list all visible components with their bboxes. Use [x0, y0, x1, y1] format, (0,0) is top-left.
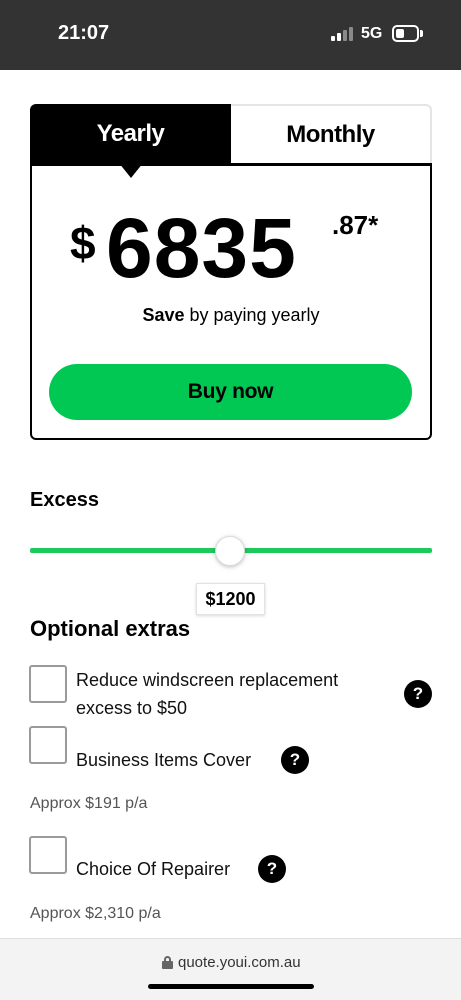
choice-of-repairer-help-icon[interactable]: ? [258, 855, 286, 883]
save-bold-text: Save [142, 305, 185, 325]
signal-icon [331, 27, 355, 41]
choice-of-repairer-checkbox[interactable] [29, 836, 67, 874]
business-items-help-icon[interactable]: ? [281, 746, 309, 774]
billing-period-tabs: Yearly Monthly [30, 104, 432, 164]
home-indicator [148, 984, 314, 989]
business-items-label: Business Items Cover [76, 750, 252, 770]
price-amount: 6835 [106, 201, 297, 295]
price-display: $ 6835 .87* [68, 200, 408, 300]
tab-yearly[interactable]: Yearly [30, 104, 231, 164]
business-items-checkbox[interactable] [29, 726, 67, 764]
url-text[interactable]: quote.youi.com.au [178, 954, 301, 971]
optional-extras-title: Optional extras [30, 616, 191, 641]
price-currency: $ [70, 217, 96, 269]
price-cents: .87* [332, 210, 379, 240]
status-bar: 21:07 5G [0, 0, 461, 70]
choice-of-repairer-label: Choice Of Repairer [76, 859, 231, 879]
selected-tab-pointer [119, 163, 143, 178]
network-label: 5G [361, 25, 383, 42]
business-items-approx-price: Approx $191 p/a [30, 795, 148, 812]
choice-of-repairer-approx-price: Approx $2,310 p/a [30, 905, 161, 922]
battery-nub [420, 30, 423, 37]
tab-monthly[interactable]: Monthly [231, 104, 432, 164]
windscreen-excess-label: Reduce windscreen replacement excess to … [76, 666, 338, 722]
lock-icon [162, 956, 173, 969]
battery-icon [392, 25, 419, 42]
save-rest-text: by paying yearly [184, 305, 320, 325]
save-message: Save by paying yearly [30, 305, 432, 326]
excess-slider-thumb[interactable] [215, 536, 245, 566]
status-time: 21:07 [58, 22, 110, 44]
windscreen-excess-label-line1: Reduce windscreen replacement [76, 670, 339, 690]
windscreen-help-icon[interactable]: ? [404, 680, 432, 708]
windscreen-excess-label-line2: excess to $50 [76, 698, 188, 718]
windscreen-excess-checkbox[interactable] [29, 665, 67, 703]
excess-title: Excess [30, 489, 99, 511]
buy-now-button[interactable]: Buy now [49, 364, 412, 420]
excess-value-label: $1200 [196, 583, 265, 615]
